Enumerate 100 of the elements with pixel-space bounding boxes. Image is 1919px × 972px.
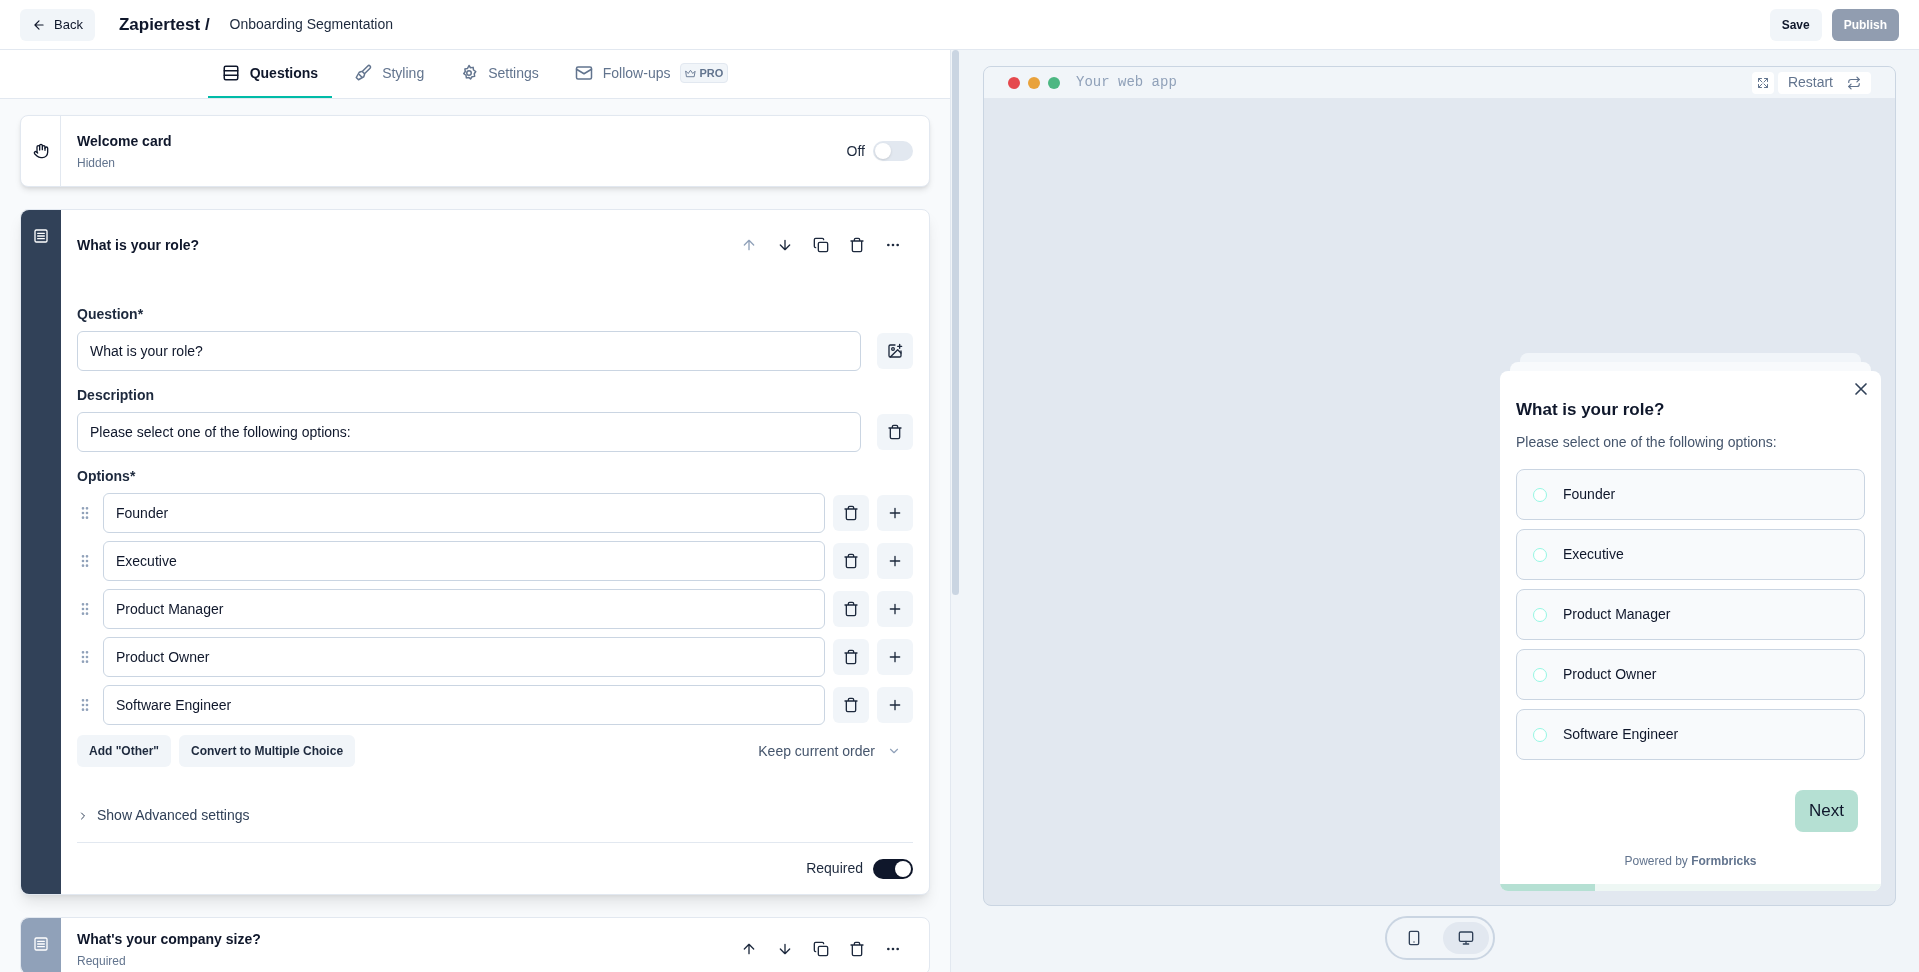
image-plus-icon	[887, 343, 903, 359]
add-option-button[interactable]	[877, 639, 913, 675]
add-option-button[interactable]	[877, 543, 913, 579]
add-option-button[interactable]	[877, 495, 913, 531]
card-subtitle: Required	[77, 952, 127, 970]
delete-option-button[interactable]	[833, 639, 869, 675]
input-field[interactable]: Product Owner	[103, 637, 825, 677]
tab[interactable]: Follow-ups PRO	[560, 50, 743, 98]
card-subtitle: Hidden	[77, 154, 117, 172]
expand-button[interactable]	[1751, 71, 1774, 94]
field-label: Description	[77, 386, 155, 405]
back-button[interactable]: Back	[20, 8, 95, 41]
input-field[interactable]: Product Manager	[103, 589, 825, 629]
arrow-up-icon	[741, 237, 757, 253]
arrow-left-icon	[32, 17, 46, 32]
move-down-button[interactable]	[777, 237, 793, 253]
rows-icon	[33, 228, 49, 244]
list-icon	[221, 64, 240, 82]
url-label: Your web app	[1076, 73, 1177, 92]
trash-icon	[843, 553, 859, 569]
input-field[interactable]: Software Engineer	[103, 685, 825, 725]
save-button[interactable]: Save	[1769, 8, 1822, 41]
option-action-button[interactable]: Convert to Multiple Choice	[179, 735, 356, 767]
move-down-button[interactable]	[777, 941, 793, 957]
plus-icon	[887, 553, 903, 569]
tab[interactable]: Settings	[446, 50, 553, 98]
copy-icon	[813, 941, 829, 957]
toggle-label: Off	[846, 141, 865, 161]
trash-icon	[843, 601, 859, 617]
survey-option[interactable]: Executive	[1516, 529, 1865, 580]
survey-option[interactable]: Product Owner	[1516, 649, 1865, 700]
input-field[interactable]: Please select one of the following options:	[77, 412, 861, 452]
move-up-button[interactable]	[741, 941, 757, 957]
copy-icon	[813, 237, 829, 253]
radio-button[interactable]	[1533, 607, 1547, 622]
restart-button[interactable]: Restart	[1777, 71, 1871, 94]
delete-button[interactable]	[849, 237, 865, 253]
add-option-button[interactable]	[877, 687, 913, 723]
tab[interactable]: Questions	[207, 50, 333, 98]
radio-button[interactable]	[1533, 667, 1547, 682]
pro-badge: PRO	[680, 62, 729, 84]
trash-icon	[849, 237, 865, 253]
arrow-up-icon	[741, 941, 757, 957]
duplicate-button[interactable]	[813, 237, 829, 253]
plus-icon	[887, 697, 903, 713]
input-field[interactable]: Executive	[103, 541, 825, 581]
question-title: What's your company size?	[77, 929, 262, 949]
rows-icon	[33, 936, 49, 952]
survey-question: What is your role?	[1516, 398, 1666, 421]
next-button[interactable]: Next	[1795, 790, 1858, 832]
field-label: Options*	[77, 467, 137, 486]
input-field[interactable]: What is your role?	[77, 331, 861, 371]
plus-icon	[887, 505, 903, 521]
required-label: Required	[806, 859, 863, 878]
delete-option-button[interactable]	[833, 591, 869, 627]
toggle-switch[interactable]	[873, 858, 913, 879]
arrow-down-icon	[777, 941, 793, 957]
question-card[interactable]: What's your company size? Required	[20, 917, 930, 972]
radio-button[interactable]	[1533, 727, 1547, 742]
repeat-icon	[1847, 75, 1861, 90]
welcome-card[interactable]: Welcome card Hidden Off	[20, 115, 930, 187]
mail-icon	[574, 64, 593, 82]
trash-icon	[843, 505, 859, 521]
plus-icon	[887, 649, 903, 665]
option-action-button[interactable]: Add "Other"	[77, 735, 172, 767]
delete-option-button[interactable]	[833, 687, 869, 723]
trash-icon	[843, 697, 859, 713]
arrow-down-icon	[777, 237, 793, 253]
trash-icon	[843, 649, 859, 665]
survey-option[interactable]: Founder	[1516, 469, 1865, 520]
hand-icon	[32, 143, 49, 159]
survey-option[interactable]: Software Engineer	[1516, 709, 1865, 760]
delete-option-button[interactable]	[833, 495, 869, 531]
tab[interactable]: Styling	[340, 50, 439, 98]
radio-button[interactable]	[1533, 547, 1547, 562]
scrollbar[interactable]	[950, 50, 960, 972]
radio-button[interactable]	[1533, 487, 1547, 502]
settings-icon	[460, 64, 479, 82]
question-card[interactable]	[20, 209, 930, 895]
crown-icon	[685, 67, 697, 79]
delete-description-button[interactable]	[877, 414, 913, 450]
delete-button[interactable]	[849, 941, 865, 957]
add-image-button[interactable]	[877, 333, 913, 369]
survey-description: Please select one of the following options:	[1516, 433, 1778, 452]
advanced-settings-toggle[interactable]: Show Advanced settings	[77, 805, 250, 826]
input-field[interactable]: Founder	[103, 493, 825, 533]
delete-option-button[interactable]	[833, 543, 869, 579]
add-option-button[interactable]	[877, 591, 913, 627]
card-title: Welcome card	[77, 131, 173, 151]
order-dropdown[interactable]: Keep current order	[758, 740, 913, 762]
trash-icon	[849, 941, 865, 957]
monitor-icon	[1457, 930, 1474, 946]
desktop-view-button[interactable]	[1442, 922, 1489, 954]
expand-icon	[1756, 76, 1769, 89]
duplicate-button[interactable]	[813, 941, 829, 957]
toggle-switch[interactable]	[873, 141, 913, 161]
workspace-name: Zapiertest /	[118, 13, 210, 36]
survey-name[interactable]: Onboarding Segmentation	[229, 14, 394, 35]
plus-icon	[887, 601, 903, 617]
survey-option[interactable]: Product Manager	[1516, 589, 1865, 640]
